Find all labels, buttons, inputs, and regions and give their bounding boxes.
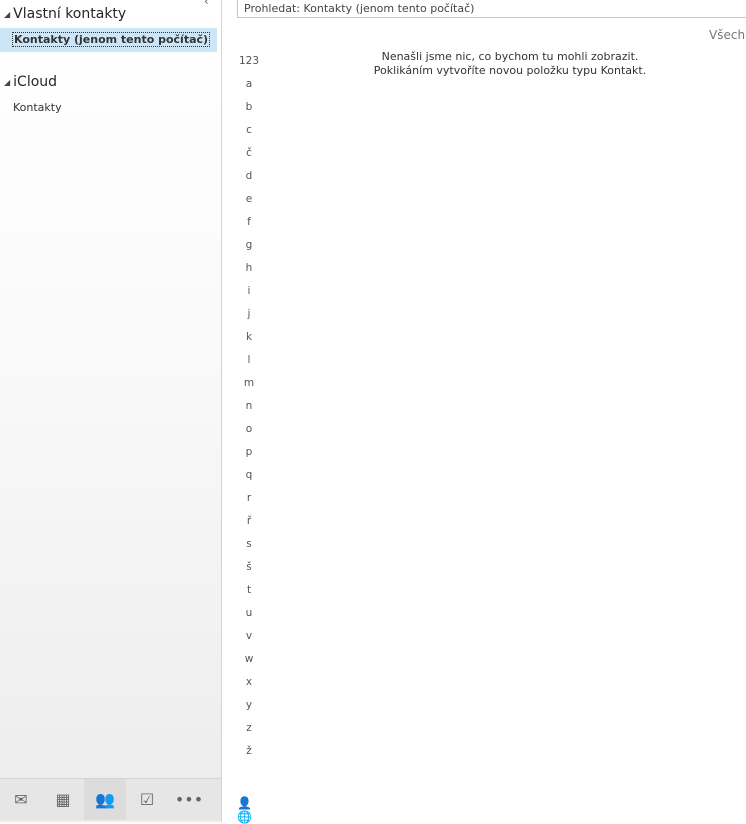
index-letter[interactable]: z (232, 721, 266, 744)
index-letter[interactable]: m (232, 376, 266, 399)
index-letter[interactable]: p (232, 445, 266, 468)
index-letter[interactable]: ř (232, 514, 266, 537)
index-letter[interactable]: c (232, 123, 266, 146)
index-letter[interactable]: š (232, 560, 266, 583)
index-letter[interactable]: s (232, 537, 266, 560)
index-letter[interactable]: f (232, 215, 266, 238)
index-letter[interactable]: 123 (232, 54, 266, 77)
calendar-icon[interactable]: ▦ (42, 779, 84, 820)
expand-triangle-icon[interactable]: ◢ (4, 10, 10, 19)
index-letter[interactable]: b (232, 100, 266, 123)
index-letter[interactable]: k (232, 330, 266, 353)
business-card-view-icon[interactable]: 👤🌐 (237, 796, 261, 824)
index-letter[interactable]: y (232, 698, 266, 721)
index-letter[interactable]: l (232, 353, 266, 376)
search-input[interactable]: Prohledat: Kontakty (jenom tento počítač… (237, 0, 746, 18)
index-letter[interactable]: i (232, 284, 266, 307)
people-icon[interactable]: 👥 (84, 779, 126, 820)
folder-kontakty-local[interactable]: Kontakty (jenom tento počítač) (0, 28, 217, 52)
alphabet-index: 123 a b c č d e f g h i j k l m n o p q r ř s š t u v w x y z ž (232, 54, 266, 767)
empty-message[interactable]: Nenašli jsme nic, co bychom tu mohli zob… (310, 50, 710, 78)
index-letter[interactable]: ž (232, 744, 266, 767)
index-letter[interactable]: n (232, 399, 266, 422)
index-letter[interactable]: t (232, 583, 266, 606)
index-letter[interactable]: h (232, 261, 266, 284)
index-letter[interactable]: o (232, 422, 266, 445)
mail-icon[interactable]: ✉ (0, 779, 42, 820)
index-letter[interactable]: g (232, 238, 266, 261)
index-letter[interactable]: w (232, 652, 266, 675)
folder-kontakty-icloud[interactable]: Kontakty (0, 96, 217, 120)
index-letter[interactable]: u (232, 606, 266, 629)
index-letter[interactable]: j (232, 307, 266, 330)
index-letter[interactable]: d (232, 169, 266, 192)
index-letter[interactable]: q (232, 468, 266, 491)
index-letter[interactable]: v (232, 629, 266, 652)
tasks-icon[interactable]: ☑ (126, 779, 168, 820)
index-letter[interactable]: e (232, 192, 266, 215)
more-icon[interactable]: ••• (168, 779, 210, 820)
index-letter[interactable]: r (232, 491, 266, 514)
folder-pane: ‹ ◢ Vlastní kontakty Kontakty (jenom tent… (0, 0, 222, 822)
expand-triangle-icon[interactable]: ◢ (4, 78, 10, 87)
group-icloud[interactable]: ◢ iCloud (4, 74, 57, 90)
module-nav: ✉ ▦ 👥 ☑ ••• (0, 778, 221, 820)
index-letter[interactable]: x (232, 675, 266, 698)
group-vlastni-kontakty[interactable]: ◢ Vlastní kontakty (4, 6, 126, 22)
filter-all-link[interactable]: Všechn (709, 28, 746, 42)
index-letter[interactable]: a (232, 77, 266, 100)
collapse-pane-icon[interactable]: ‹ (204, 0, 209, 8)
index-letter[interactable]: č (232, 146, 266, 169)
